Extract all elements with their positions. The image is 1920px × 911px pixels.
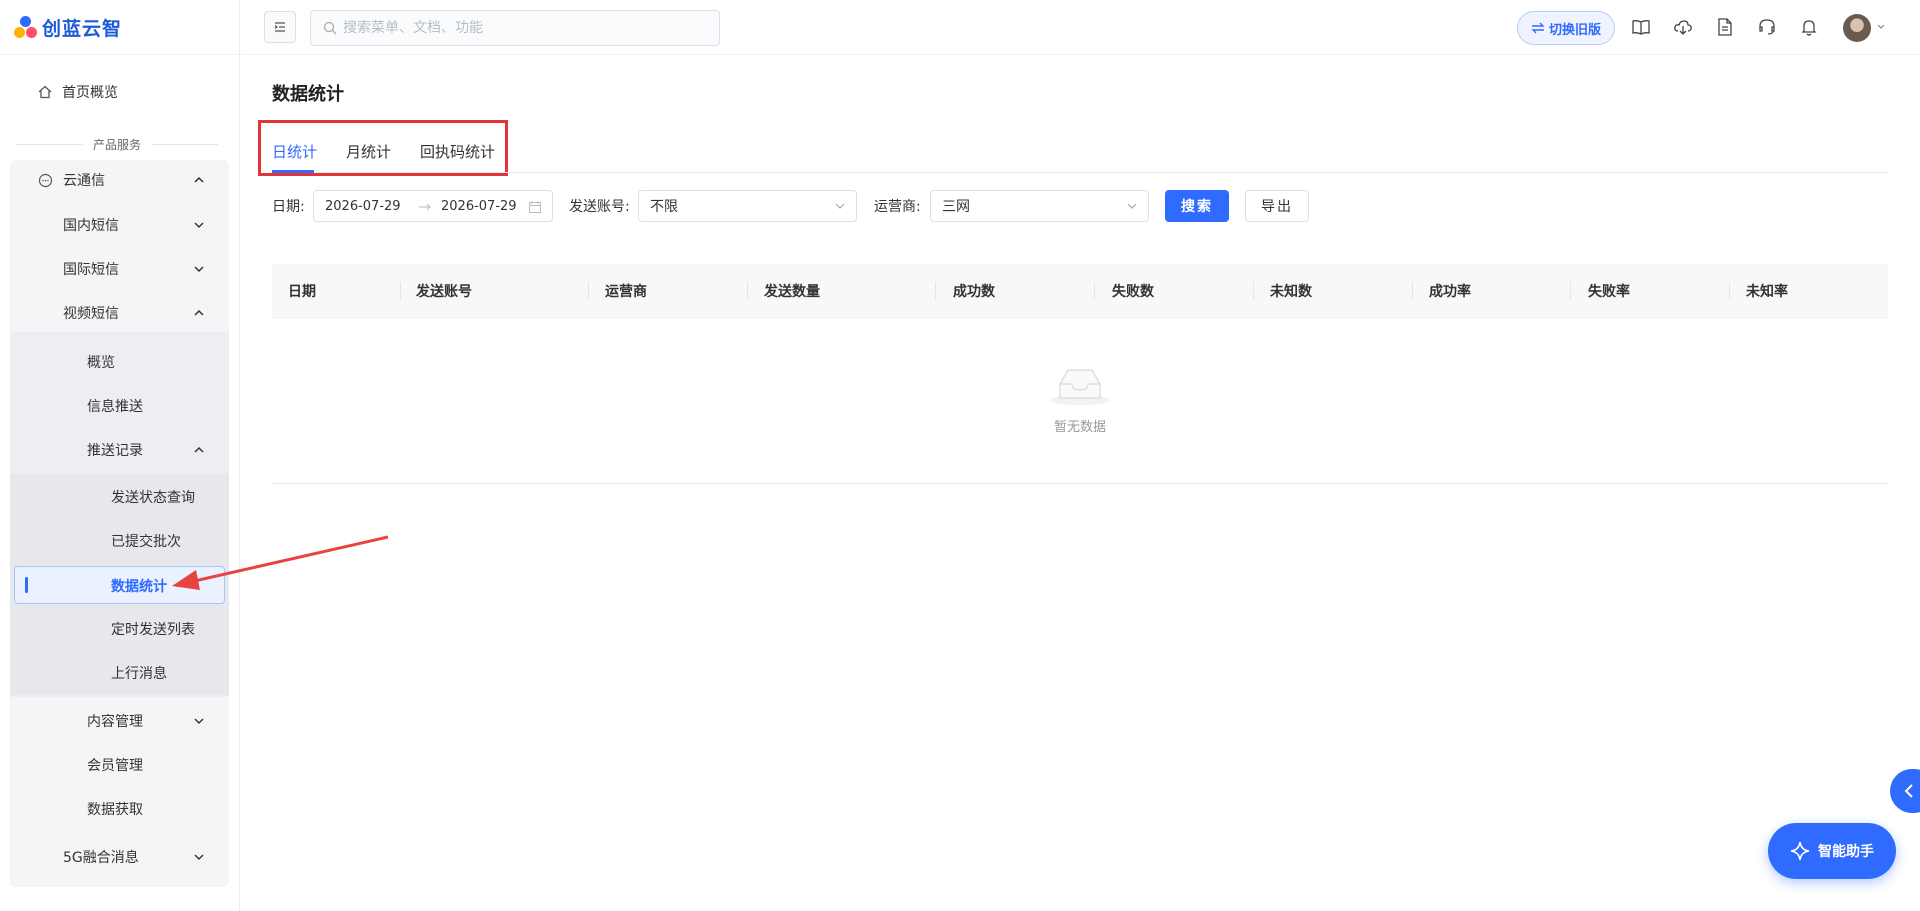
column-header: 未知数	[1270, 284, 1312, 300]
sidebar-item-member-mgmt[interactable]: 会员管理	[87, 753, 143, 777]
sidebar: 创蓝云智 首页概览 产品服务 云通信 国内短信 国际短信 视频短信 概览 信息推…	[0, 0, 240, 911]
tab-active-underline	[272, 170, 314, 173]
chevron-up-icon[interactable]	[192, 306, 206, 320]
column-header: 成功率	[1429, 284, 1471, 300]
sidebar-item-home-label: 首页概览	[62, 85, 118, 101]
switch-old-version-button[interactable]: 切换旧版	[1517, 11, 1615, 45]
table-header: 日期 发送账号 运营商 发送数量 成功数 失败数 未知数 成功率 失败率 未知率	[272, 264, 1888, 318]
global-search[interactable]	[310, 10, 720, 46]
sidebar-item-push-records[interactable]: 推送记录	[87, 438, 143, 462]
bell-icon[interactable]	[1799, 17, 1819, 37]
sidebar-item-domestic-sms[interactable]: 国内短信	[63, 213, 119, 237]
sidebar-item-video-sms[interactable]: 视频短信	[63, 301, 119, 325]
chevron-down-icon[interactable]	[192, 850, 206, 864]
search-icon	[323, 21, 337, 35]
ai-assistant-button[interactable]: 智能助手	[1768, 823, 1896, 879]
date-end[interactable]: 2026-07-29	[441, 199, 517, 214]
ai-assistant-label: 智能助手	[1818, 844, 1874, 860]
chat-icon	[38, 173, 53, 187]
account-filter-label: 发送账号:	[569, 199, 630, 215]
column-header: 运营商	[605, 284, 647, 300]
cloud-download-icon[interactable]	[1673, 17, 1693, 37]
sidebar-item-5g-messages[interactable]: 5G融合消息	[63, 845, 139, 869]
export-button[interactable]: 导出	[1245, 190, 1309, 222]
search-input[interactable]	[343, 20, 703, 36]
table-bottom-divider	[272, 483, 1888, 484]
sidebar-item-scheduled-list[interactable]: 定时发送列表	[111, 617, 195, 641]
empty-state-text: 暂无数据	[1053, 420, 1106, 435]
date-filter-label: 日期:	[272, 199, 305, 215]
switch-old-version-label: 切换旧版	[1548, 22, 1601, 38]
calendar-icon	[529, 201, 541, 213]
chevron-down-icon[interactable]	[192, 218, 206, 232]
sidebar-item-send-status[interactable]: 发送状态查询	[111, 485, 195, 509]
sidebar-item-home[interactable]: 首页概览	[38, 82, 118, 102]
account-select-value: 不限	[650, 199, 678, 215]
chevron-down-icon[interactable]	[192, 714, 206, 728]
brand-logo[interactable]: 创蓝云智	[0, 0, 239, 55]
tab-receipt-code-stats[interactable]: 回执码统计	[420, 141, 495, 162]
chevron-left-icon	[1904, 784, 1913, 798]
side-collapse-button[interactable]	[1890, 769, 1920, 813]
tab-monthly-stats[interactable]: 月统计	[346, 141, 391, 162]
menu-fold-icon	[274, 22, 285, 32]
search-button[interactable]: 搜索	[1165, 190, 1229, 222]
book-icon[interactable]	[1631, 17, 1651, 37]
chevron-down-icon	[1127, 203, 1137, 209]
sparkle-icon	[1790, 841, 1810, 861]
empty-inbox-icon	[1050, 369, 1110, 405]
brand-logo-icon	[14, 15, 38, 39]
sidebar-group-title: 产品服务	[16, 136, 219, 153]
home-icon	[38, 85, 52, 99]
carrier-select[interactable]: 三网	[930, 190, 1149, 222]
column-header: 失败率	[1588, 284, 1630, 300]
empty-state: 暂无数据	[1040, 362, 1120, 435]
sidebar-item-submitted-batches[interactable]: 已提交批次	[111, 529, 181, 553]
headset-icon[interactable]	[1757, 17, 1777, 37]
chevron-down-icon[interactable]	[192, 262, 206, 276]
sidebar-item-label: 数据统计	[111, 579, 167, 595]
sidebar-item-data-stats[interactable]: 数据统计	[14, 566, 225, 604]
date-start[interactable]: 2026-07-29	[325, 199, 401, 214]
sidebar-item-uplink-messages[interactable]: 上行消息	[111, 661, 167, 685]
sidebar-item-content-mgmt[interactable]: 内容管理	[87, 709, 143, 733]
tabs-divider	[272, 172, 1888, 173]
sidebar-item-overview[interactable]: 概览	[87, 350, 115, 374]
document-icon[interactable]	[1715, 17, 1735, 37]
user-avatar[interactable]	[1843, 14, 1871, 42]
carrier-select-value: 三网	[942, 199, 970, 215]
sidebar-item-label: 云通信	[63, 173, 105, 189]
sidebar-item-intl-sms[interactable]: 国际短信	[63, 257, 119, 281]
account-select[interactable]: 不限	[638, 190, 857, 222]
sidebar-item-push[interactable]: 信息推送	[87, 394, 143, 418]
date-range-picker[interactable]: 2026-07-29 2026-07-29	[313, 190, 553, 222]
column-header: 未知率	[1746, 284, 1788, 300]
column-header: 发送账号	[416, 284, 472, 300]
chevron-up-icon[interactable]	[192, 173, 206, 187]
top-header: 切换旧版	[241, 0, 1920, 55]
column-header: 日期	[288, 284, 316, 300]
menu-toggle-button[interactable]	[264, 11, 296, 43]
chevron-down-icon	[835, 203, 845, 209]
column-header: 失败数	[1112, 284, 1154, 300]
active-indicator	[25, 577, 28, 593]
column-header: 发送数量	[764, 284, 820, 300]
brand-name: 创蓝云智	[42, 17, 123, 40]
carrier-filter-label: 运营商:	[874, 199, 921, 215]
column-header: 成功数	[953, 284, 995, 300]
sidebar-item-cloud-comm[interactable]: 云通信	[38, 168, 105, 192]
arrow-right-icon	[419, 203, 431, 211]
chevron-up-icon[interactable]	[192, 443, 206, 457]
page-title: 数据统计	[272, 84, 344, 105]
chevron-down-icon[interactable]	[1876, 22, 1886, 32]
swap-icon	[1531, 22, 1545, 34]
sidebar-item-data-fetch[interactable]: 数据获取	[87, 797, 143, 821]
tab-daily-stats[interactable]: 日统计	[272, 141, 317, 162]
